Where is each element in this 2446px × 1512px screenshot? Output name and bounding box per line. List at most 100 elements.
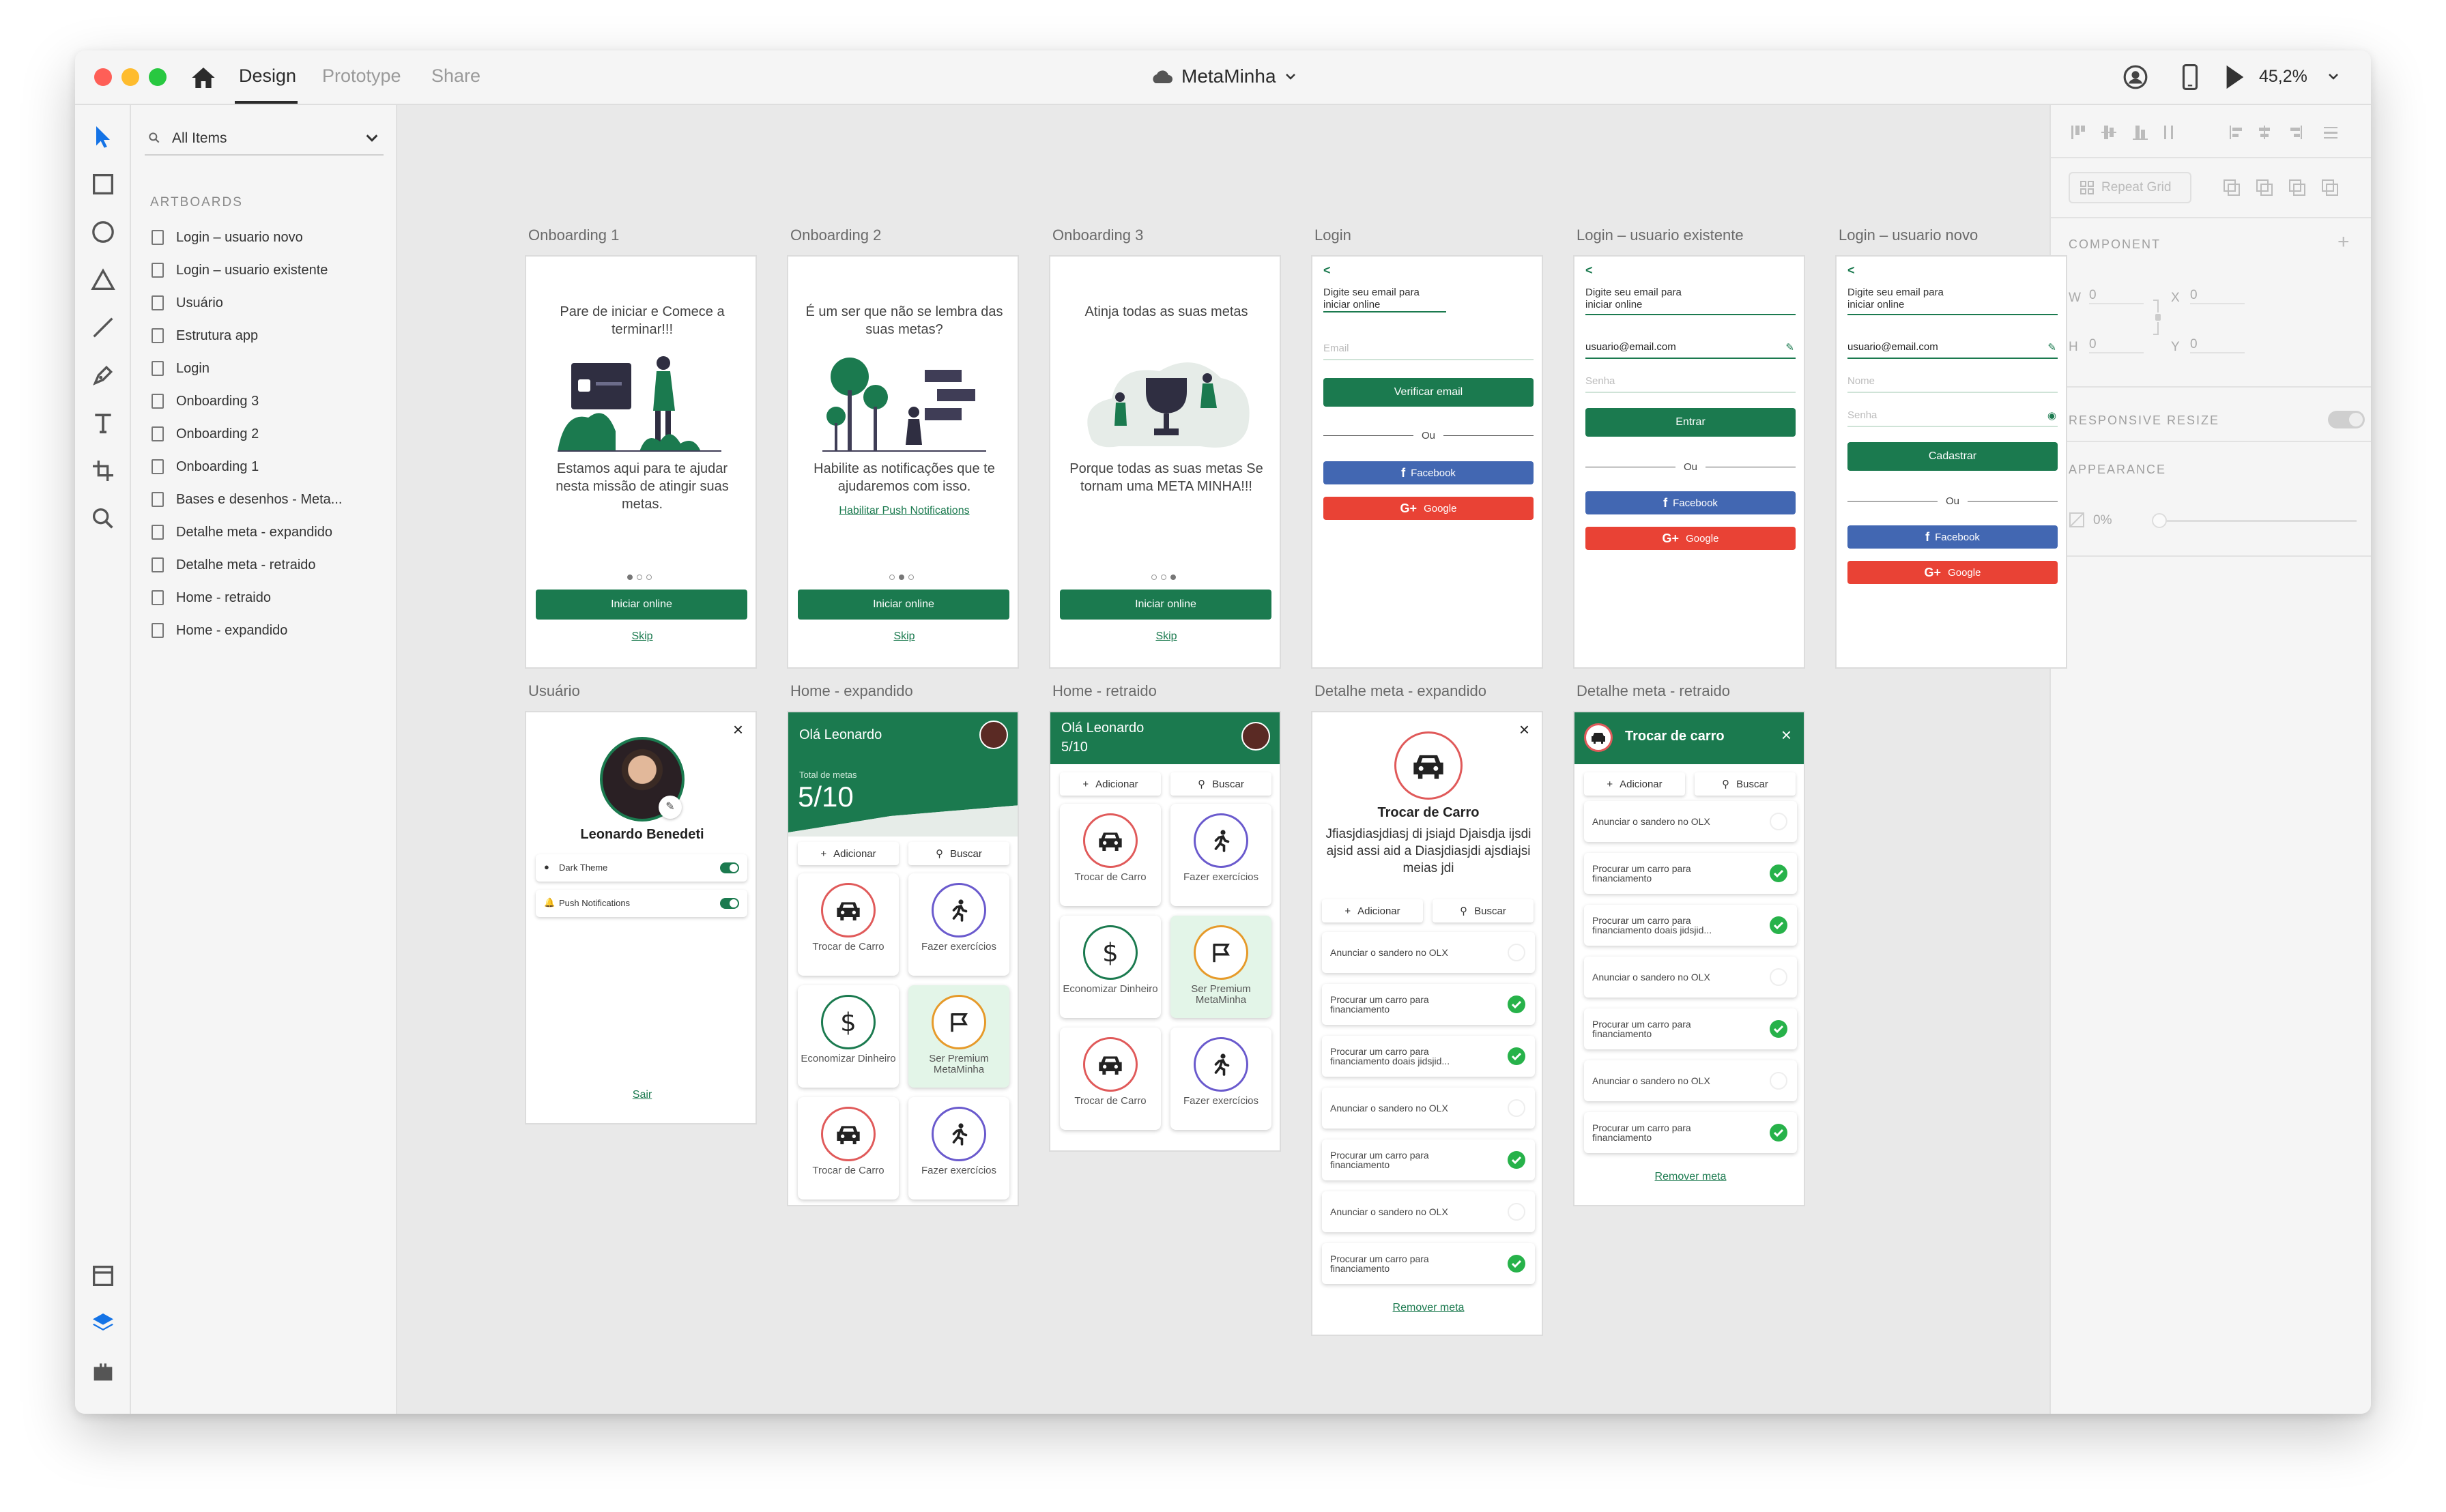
artboard-user[interactable]: × ✎ Leonardo Benedeti ● Dark Theme 🔔 Pus… bbox=[525, 711, 757, 1124]
task-item[interactable]: Anunciar o sandero no OLX bbox=[1584, 957, 1797, 998]
canvas[interactable]: Onboarding 1 Pare de iniciar e Comece a … bbox=[399, 105, 2067, 1414]
check-icon[interactable] bbox=[1508, 995, 1525, 1013]
artboard-login-new-user[interactable]: < Digite seu email para iniciar online u… bbox=[1835, 255, 2067, 669]
back-button[interactable]: < bbox=[1585, 263, 1593, 278]
layer-item[interactable]: Login – usuario existente bbox=[152, 257, 328, 284]
close-button[interactable]: × bbox=[733, 719, 743, 740]
email-field[interactable]: usuario@email.com ✎ bbox=[1585, 341, 1796, 359]
task-item[interactable]: Procurar um carro para financiamento doa… bbox=[1584, 905, 1797, 946]
opacity-slider[interactable] bbox=[2152, 513, 2357, 528]
artboard-goal-detail-retracted[interactable]: Trocar de carro × + Adicionar ⚲ Buscar Anu… bbox=[1573, 711, 1805, 1206]
search-button[interactable]: ⚲ Buscar bbox=[908, 842, 1009, 865]
skip-link[interactable]: Skip bbox=[622, 630, 663, 643]
pen-tool-icon[interactable] bbox=[89, 362, 117, 389]
remove-goal-link[interactable]: Remover meta bbox=[1574, 1171, 1804, 1183]
artboard-title[interactable]: Detalhe meta - retraido bbox=[1577, 682, 1730, 700]
play-icon[interactable] bbox=[2224, 64, 2245, 90]
artboard-goal-detail-expanded[interactable]: × Trocar de Carro Jfiasjdiasjdiasj di js… bbox=[1311, 711, 1543, 1336]
artboard-title[interactable]: Login – usuario novo bbox=[1839, 227, 1978, 244]
goal-card[interactable]: Fazer exercícios bbox=[908, 1097, 1009, 1200]
password-field[interactable]: Senha ◉ bbox=[1847, 409, 2058, 427]
task-item[interactable]: Procurar um carro para financiamento bbox=[1322, 984, 1535, 1025]
align-toolbar-icons[interactable] bbox=[2069, 120, 2362, 145]
line-tool-icon[interactable] bbox=[89, 314, 117, 341]
edit-icon[interactable]: ✎ bbox=[1785, 341, 1794, 353]
task-item[interactable]: Procurar um carro para financiamento bbox=[1584, 853, 1797, 894]
artboard-title[interactable]: Onboarding 2 bbox=[790, 227, 881, 244]
text-tool-icon[interactable] bbox=[89, 409, 117, 437]
check-icon[interactable] bbox=[1508, 1151, 1525, 1169]
edit-icon[interactable]: ✎ bbox=[2047, 341, 2056, 353]
check-icon[interactable] bbox=[1770, 1124, 1787, 1142]
device-preview-icon[interactable] bbox=[2181, 64, 2199, 90]
layers-icon[interactable] bbox=[89, 1310, 117, 1337]
unchecked-icon[interactable] bbox=[1770, 1072, 1787, 1090]
layer-item[interactable]: Onboarding 3 bbox=[152, 388, 259, 415]
name-field[interactable]: Nome bbox=[1847, 375, 2058, 393]
task-item[interactable]: Procurar um carro para financiamento bbox=[1322, 1243, 1535, 1284]
maximize-window-button[interactable] bbox=[149, 68, 167, 86]
add-button[interactable]: + Adicionar bbox=[1322, 899, 1423, 922]
zoom-chevron-icon[interactable] bbox=[2327, 72, 2340, 81]
plugins-icon[interactable] bbox=[89, 1358, 117, 1385]
layer-item[interactable]: Bases e desenhos - Meta... bbox=[152, 486, 342, 513]
tab-prototype[interactable]: Prototype bbox=[322, 66, 401, 87]
artboard-title[interactable]: Detalhe meta - expandido bbox=[1314, 682, 1486, 700]
layer-item[interactable]: Usuário bbox=[152, 289, 223, 317]
unchecked-icon[interactable] bbox=[1508, 1203, 1525, 1221]
goal-card[interactable]: $ Economizar Dinheiro bbox=[798, 985, 899, 1088]
push-notifications-toggle[interactable] bbox=[720, 898, 739, 909]
opacity-value[interactable]: 0% bbox=[2093, 513, 2112, 528]
start-online-button[interactable]: Iniciar online bbox=[536, 590, 747, 620]
layer-item[interactable]: Estrutura app bbox=[152, 322, 258, 349]
enable-push-link[interactable]: Habilitar Push Notifications bbox=[802, 505, 1007, 517]
unchecked-icon[interactable] bbox=[1508, 1099, 1525, 1117]
task-item[interactable]: Procurar um carro para financiamento bbox=[1322, 1139, 1535, 1180]
task-item[interactable]: Procurar um carro para financiamento bbox=[1584, 1008, 1797, 1049]
search-button[interactable]: ⚲ Buscar bbox=[1170, 772, 1271, 796]
layer-item[interactable]: Detalhe meta - retraido bbox=[152, 551, 316, 579]
polygon-tool-icon[interactable] bbox=[89, 266, 117, 293]
artboard-title[interactable]: Usuário bbox=[528, 682, 580, 700]
artboard-tool-icon[interactable] bbox=[89, 457, 117, 484]
layer-item[interactable]: Login bbox=[152, 355, 210, 382]
select-tool-icon[interactable] bbox=[89, 123, 117, 150]
lock-proportions-icon[interactable] bbox=[2152, 297, 2164, 337]
task-item[interactable]: Anunciar o sandero no OLX bbox=[1322, 1088, 1535, 1129]
height-input[interactable]: 0 bbox=[2089, 337, 2144, 353]
artboard-title[interactable]: Home - expandido bbox=[790, 682, 913, 700]
task-item[interactable]: Anunciar o sandero no OLX bbox=[1584, 1060, 1797, 1101]
artboard-title[interactable]: Login – usuario existente bbox=[1577, 227, 1744, 244]
skip-link[interactable]: Skip bbox=[1146, 630, 1187, 643]
check-icon[interactable] bbox=[1508, 1255, 1525, 1273]
email-field[interactable]: usuario@email.com ✎ bbox=[1847, 341, 2058, 359]
push-notifications-row[interactable]: 🔔 Push Notifications bbox=[536, 890, 747, 917]
facebook-login-button[interactable]: f Facebook bbox=[1847, 525, 2058, 549]
goal-card[interactable]: $ Economizar Dinheiro bbox=[1060, 916, 1161, 1018]
enter-button[interactable]: Entrar bbox=[1585, 408, 1796, 437]
unchecked-icon[interactable] bbox=[1770, 968, 1787, 986]
ellipse-tool-icon[interactable] bbox=[89, 218, 117, 246]
artboard-onboarding-2[interactable]: É um ser que não se lembra das suas meta… bbox=[787, 255, 1019, 669]
home-icon[interactable] bbox=[190, 64, 217, 91]
zoom-level[interactable]: 45,2% bbox=[2259, 67, 2307, 87]
back-button[interactable]: < bbox=[1847, 263, 1855, 278]
goal-card[interactable]: Ser Premium MetaMinha bbox=[908, 985, 1009, 1088]
layer-item[interactable]: Home - expandido bbox=[152, 617, 287, 644]
layer-item[interactable]: Home - retraido bbox=[152, 584, 271, 611]
layer-item[interactable]: Onboarding 2 bbox=[152, 420, 259, 448]
google-login-button[interactable]: G+ Google bbox=[1847, 561, 2058, 584]
layer-item[interactable]: Onboarding 1 bbox=[152, 453, 259, 480]
close-button[interactable]: × bbox=[1519, 719, 1529, 740]
goal-card[interactable]: Ser Premium MetaMinha bbox=[1170, 916, 1271, 1018]
verify-email-button[interactable]: Verificar email bbox=[1323, 378, 1534, 407]
artboard-login[interactable]: < Digite seu email para iniciar online E… bbox=[1311, 255, 1543, 669]
tab-share[interactable]: Share bbox=[431, 66, 480, 87]
rectangle-tool-icon[interactable] bbox=[89, 171, 117, 198]
close-button[interactable]: × bbox=[1781, 725, 1792, 746]
artboard-home-retracted[interactable]: Olá Leonardo 5/10 + Adicionar ⚲ Buscar Tro… bbox=[1049, 711, 1281, 1152]
skip-link[interactable]: Skip bbox=[884, 630, 925, 643]
add-button[interactable]: + Adicionar bbox=[1060, 772, 1161, 796]
artboard-login-existing-user[interactable]: < Digite seu email para iniciar online u… bbox=[1573, 255, 1805, 669]
task-item[interactable]: Anunciar o sandero no OLX bbox=[1584, 801, 1797, 842]
